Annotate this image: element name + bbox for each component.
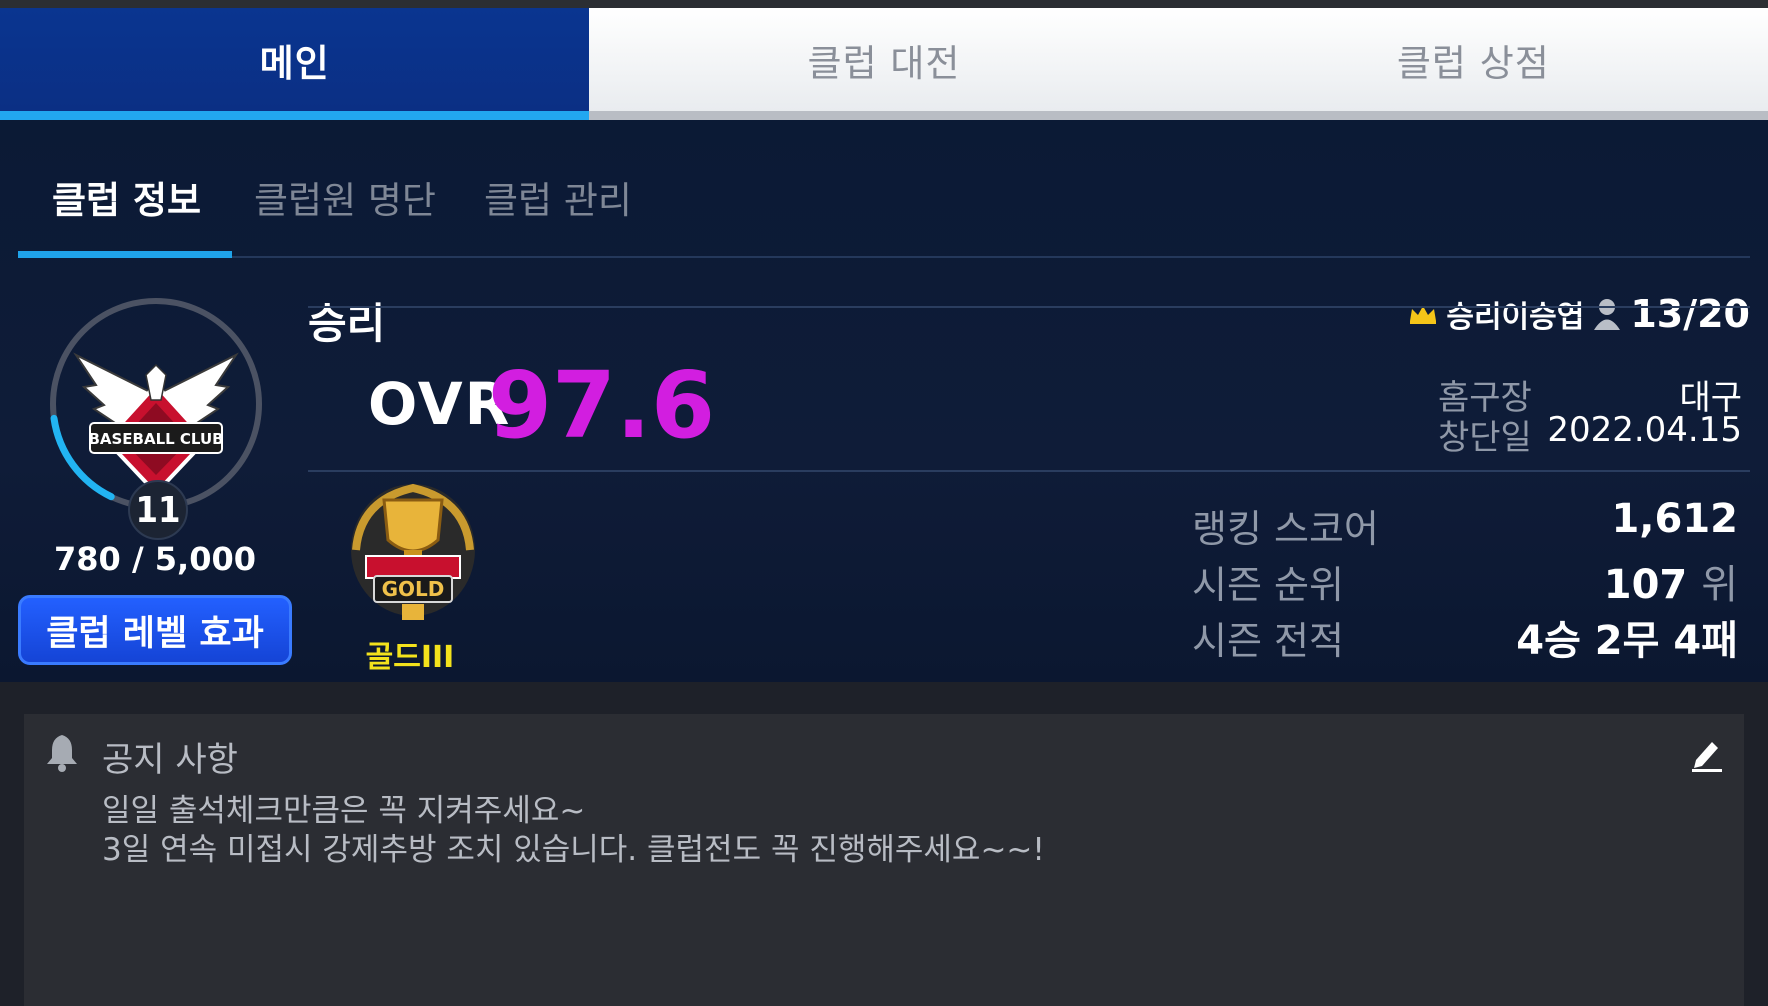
sub-tab-bar: 클럽 정보 클럽원 명단 클럽 관리: [18, 170, 1750, 228]
edit-icon[interactable]: [1690, 736, 1724, 772]
founded-value: 2022.04.15: [1547, 410, 1742, 450]
subtab-member-list[interactable]: 클럽원 명단: [254, 170, 436, 224]
gold-trophy-icon: GOLD: [351, 483, 475, 620]
subtab-club-info[interactable]: 클럽 정보: [52, 170, 201, 224]
trophy-label: GOLD: [382, 577, 445, 601]
club-level-badge: 11: [128, 480, 188, 540]
emblem-text: BASEBALL CLUB: [88, 430, 223, 448]
club-info-panel: 클럽 정보 클럽원 명단 클럽 관리 BASEBALL CLUB 11 780 …: [0, 120, 1768, 682]
sub-tab-active-indicator: [18, 251, 232, 258]
member-icon: [1594, 299, 1621, 330]
club-exp: 780 / 5,000: [54, 540, 256, 578]
main-tab-bar: 메인 클럽 대전 클럽 상점: [0, 8, 1768, 120]
header-divider: [308, 306, 1750, 308]
tab-club-battle[interactable]: 클럽 대전: [589, 8, 1179, 120]
founded-label: 창단일: [1438, 418, 1532, 458]
notice-panel: 공지 사항 일일 출석체크만큼은 꼭 지켜주세요~ 3일 연속 미접시 강제추방…: [24, 714, 1744, 1006]
season-rank-unit: 위: [1701, 562, 1738, 608]
tier-name: 골드III: [365, 640, 455, 675]
ovr-value: 97.6: [488, 352, 715, 459]
club-emblem: BASEBALL CLUB: [73, 352, 239, 495]
ranking-score-label: 랭킹 스코어: [1192, 507, 1379, 551]
sub-tab-divider: [18, 256, 1750, 258]
season-record-label: 시즌 전적: [1192, 619, 1344, 663]
ovr-divider: [308, 470, 1750, 472]
club-level-effect-button[interactable]: 클럽 레벨 효과: [18, 595, 292, 665]
season-rank: 107 위: [1604, 552, 1738, 610]
bell-icon: [47, 735, 77, 772]
club-owner-name: 승리이승엽: [1446, 300, 1585, 335]
season-record-value: 4승 2무 4패: [1516, 618, 1738, 664]
tab-main[interactable]: 메인: [0, 8, 590, 120]
ranking-score-value: 1,612: [1611, 496, 1738, 542]
notice-title: 공지 사항: [102, 740, 238, 780]
season-rank-label: 시즌 순위: [1192, 563, 1344, 607]
top-strip: [0, 0, 1768, 8]
club-member-count: 13/20: [1630, 292, 1750, 336]
season-rank-value: 107: [1603, 562, 1688, 608]
club-owner-row: 승리이승엽 13/20: [1408, 292, 1750, 336]
tab-club-shop[interactable]: 클럽 상점: [1178, 8, 1768, 120]
club-name: 승리: [308, 299, 386, 348]
subtab-club-manage[interactable]: 클럽 관리: [484, 170, 632, 224]
notice-body: 일일 출석체크만큼은 꼭 지켜주세요~ 3일 연속 미접시 강제추방 조치 있습…: [102, 793, 1045, 868]
